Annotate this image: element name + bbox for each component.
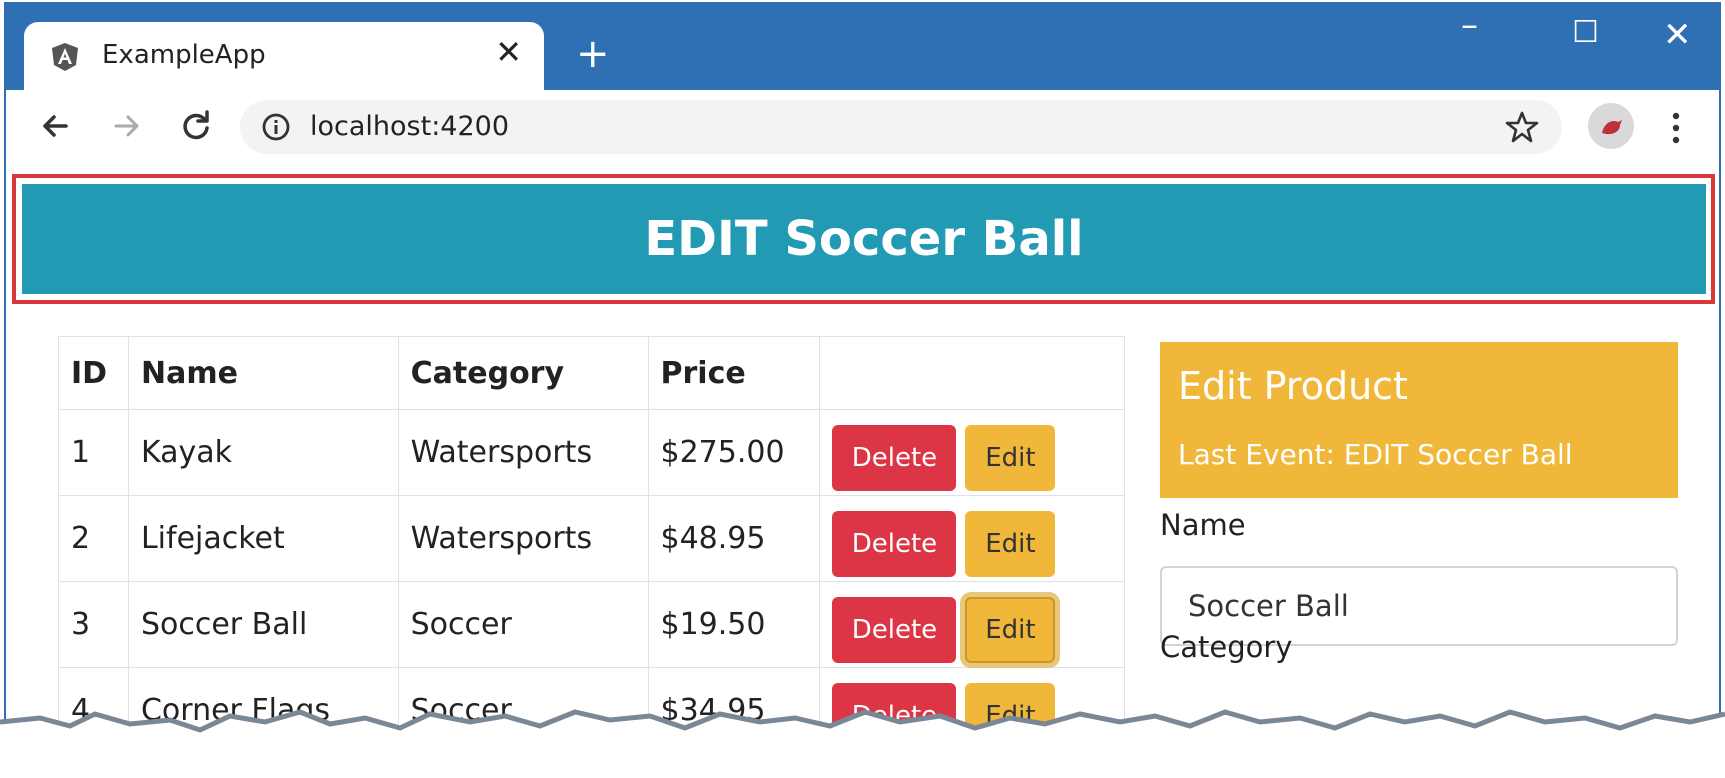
editor-header-card: Edit Product Last Event: EDIT Soccer Bal… xyxy=(1160,342,1678,498)
table-row: 3 Soccer Ball Soccer $19.50 Delete Edit xyxy=(58,581,1125,668)
browser-tab[interactable]: ExampleApp ✕ xyxy=(24,22,544,90)
cell-name: Soccer Ball xyxy=(127,581,399,668)
last-event-text: Last Event: EDIT Soccer Ball xyxy=(1178,438,1573,471)
kebab-menu-icon[interactable] xyxy=(1670,108,1682,148)
cell-category: Watersports xyxy=(397,409,649,496)
table-row: 2 Lifejacket Watersports $48.95 Delete Ed… xyxy=(58,495,1125,582)
minimize-icon[interactable]: – xyxy=(1461,8,1478,42)
url-text: localhost:4200 xyxy=(310,111,510,142)
cell-name: Kayak xyxy=(127,409,399,496)
cell-category: Watersports xyxy=(397,495,649,582)
star-icon[interactable] xyxy=(1504,109,1540,145)
delete-button[interactable]: Delete xyxy=(832,596,957,663)
angular-icon xyxy=(52,43,78,71)
products-table: ID Name Category Price 1 Kayak Waterspor… xyxy=(58,336,1125,754)
cell-price: $48.95 xyxy=(647,495,821,582)
cell-id: 3 xyxy=(58,581,129,668)
back-icon[interactable] xyxy=(36,106,76,146)
maximize-icon[interactable]: ☐ xyxy=(1572,18,1599,48)
column-header-category: Category xyxy=(397,336,649,410)
cell-price: $19.50 xyxy=(647,581,821,668)
category-label: Category xyxy=(1160,630,1293,664)
cell-name: Lifejacket xyxy=(127,495,399,582)
cell-category: Soccer xyxy=(397,581,649,668)
table-header-row: ID Name Category Price xyxy=(58,336,1125,410)
tab-title: ExampleApp xyxy=(102,40,266,70)
column-header-actions xyxy=(819,336,1125,410)
browser-toolbar: localhost:4200 xyxy=(6,90,1719,164)
reload-icon[interactable] xyxy=(176,106,216,146)
page-title: EDIT Soccer Ball xyxy=(22,184,1706,294)
page-content: EDIT Soccer Ball ID Name Category Price … xyxy=(6,164,1719,776)
delete-button[interactable]: Delete xyxy=(832,510,957,577)
torn-paper-edge xyxy=(0,709,1725,778)
plus-icon[interactable]: + xyxy=(576,34,610,74)
column-header-id: ID xyxy=(58,336,129,410)
edit-button[interactable]: Edit xyxy=(965,510,1056,577)
cell-id: 2 xyxy=(58,495,129,582)
cell-actions: Delete Edit xyxy=(819,495,1125,582)
info-icon[interactable] xyxy=(260,111,292,143)
edit-button-focused[interactable]: Edit xyxy=(965,596,1056,663)
close-icon[interactable]: ✕ xyxy=(495,36,522,68)
delete-button[interactable]: Delete xyxy=(832,424,957,491)
forward-icon[interactable] xyxy=(106,106,146,146)
cell-actions: Delete Edit xyxy=(819,581,1125,668)
address-bar[interactable]: localhost:4200 xyxy=(240,100,1562,154)
cell-id: 1 xyxy=(58,409,129,496)
column-header-price: Price xyxy=(647,336,821,410)
avatar[interactable] xyxy=(1588,103,1634,149)
table-row: 1 Kayak Watersports $275.00 Delete Edit xyxy=(58,409,1125,496)
name-label: Name xyxy=(1160,508,1246,542)
cell-price: $275.00 xyxy=(647,409,821,496)
close-window-icon[interactable]: ✕ xyxy=(1663,18,1692,52)
title-bar: ExampleApp ✕ + – ☐ ✕ xyxy=(6,4,1719,90)
profile-bird-icon xyxy=(1602,120,1622,135)
browser-window: ExampleApp ✕ + – ☐ ✕ localhost:4200 EDIT… xyxy=(4,2,1721,776)
column-header-name: Name xyxy=(127,336,399,410)
cell-actions: Delete Edit xyxy=(819,409,1125,496)
editor-title: Edit Product xyxy=(1178,364,1408,408)
edit-button[interactable]: Edit xyxy=(965,424,1056,491)
